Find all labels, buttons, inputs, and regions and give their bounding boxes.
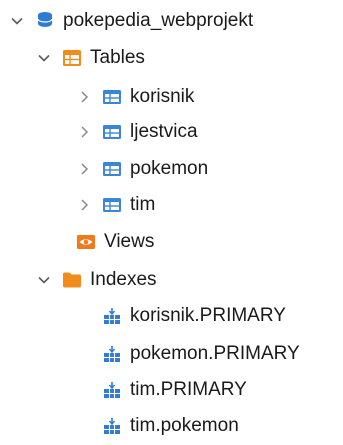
tree-node-index[interactable]: tim.PRIMARY (102, 375, 247, 405)
views-label: Views (104, 231, 155, 252)
table-label: tim (130, 194, 156, 215)
database-label: pokepedia_webprojekt (63, 10, 254, 31)
tables-label: Tables (90, 47, 145, 68)
chevron-down-icon[interactable] (9, 13, 25, 29)
index-label: korisnik.PRIMARY (130, 305, 286, 326)
table-folder-icon (62, 48, 82, 68)
database-icon (35, 11, 55, 31)
index-icon (102, 344, 122, 364)
index-label: pokemon.PRIMARY (130, 343, 300, 364)
tree-node-index[interactable]: korisnik.PRIMARY (102, 301, 286, 331)
chevron-down-icon[interactable] (36, 272, 52, 288)
chevron-down-icon[interactable] (36, 50, 52, 66)
table-label: ljestvica (130, 121, 198, 142)
index-label: tim.PRIMARY (130, 379, 247, 400)
index-icon (102, 306, 122, 326)
tree-node-table[interactable]: ljestvica (76, 117, 198, 147)
table-icon (102, 195, 122, 215)
chevron-right-icon[interactable] (76, 89, 92, 105)
tree-node-index[interactable]: pokemon.PRIMARY (102, 339, 300, 369)
index-icon (102, 380, 122, 400)
indexes-label: Indexes (90, 269, 157, 290)
views-eye-icon (76, 232, 96, 252)
table-icon (102, 87, 122, 107)
tree-node-views[interactable]: Views (50, 227, 154, 257)
tree-node-database[interactable]: pokepedia_webprojekt (9, 6, 253, 36)
chevron-right-icon[interactable] (76, 197, 92, 213)
table-icon (102, 159, 122, 179)
tree-node-table[interactable]: pokemon (76, 154, 208, 184)
index-icon (102, 416, 122, 436)
object-tree: pokepedia_webprojekt Tables korisnik lje… (0, 0, 343, 445)
tree-node-tables[interactable]: Tables (36, 43, 145, 73)
chevron-right-icon[interactable] (76, 124, 92, 140)
tree-node-index[interactable]: tim.pokemon (102, 411, 239, 441)
table-label: korisnik (130, 86, 195, 107)
tree-node-indexes[interactable]: Indexes (36, 265, 157, 295)
table-label: pokemon (130, 158, 209, 179)
chevron-right-icon[interactable] (76, 161, 92, 177)
index-label: tim.pokemon (130, 415, 239, 436)
folder-icon (62, 270, 82, 290)
tree-node-table[interactable]: tim (76, 190, 155, 220)
table-icon (102, 122, 122, 142)
tree-node-table[interactable]: korisnik (76, 82, 194, 112)
